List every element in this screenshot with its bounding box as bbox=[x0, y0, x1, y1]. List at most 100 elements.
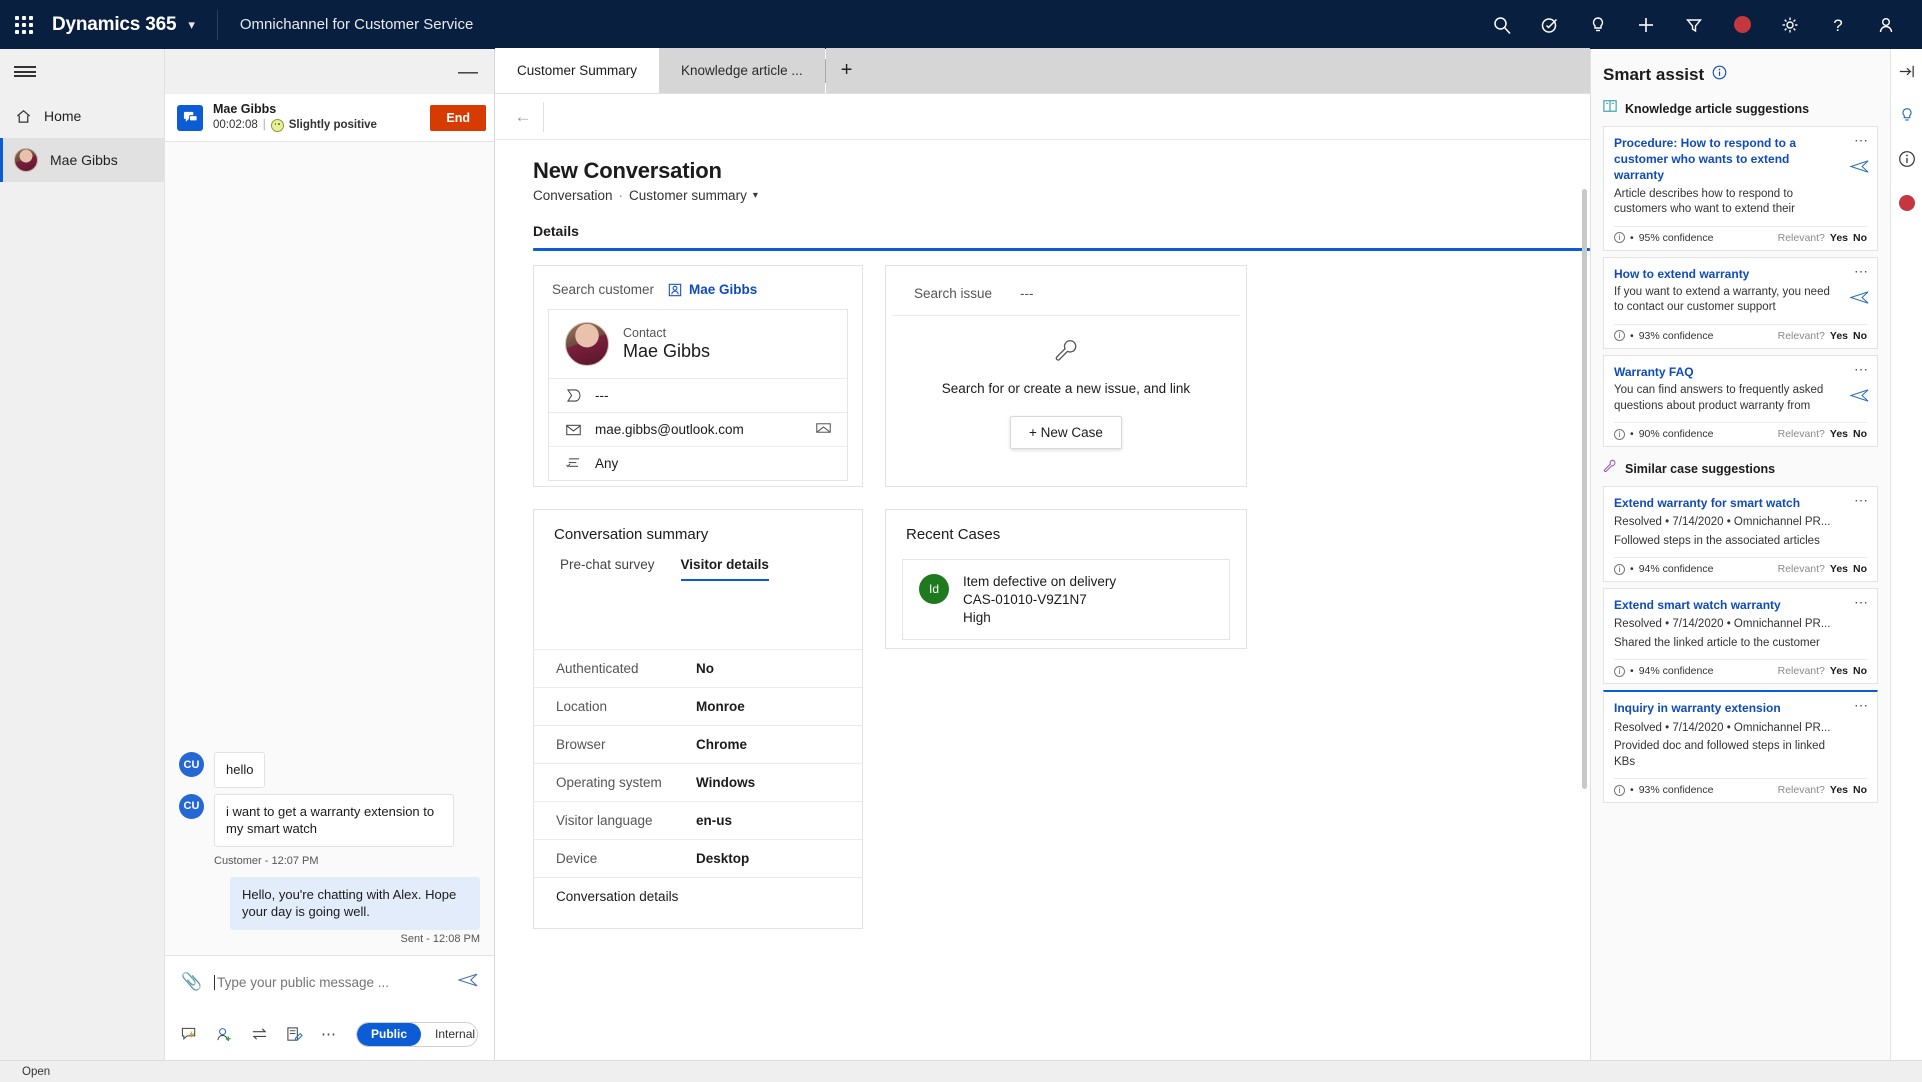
more-icon[interactable]: ⋯ bbox=[1854, 595, 1869, 609]
relevant-no-button[interactable]: No bbox=[1853, 563, 1867, 575]
page-header: New Conversation Conversation · Customer… bbox=[495, 140, 1590, 203]
info-icon[interactable]: i bbox=[1614, 232, 1625, 244]
lightbulb-icon[interactable] bbox=[1574, 1, 1622, 49]
row-key: Visitor language bbox=[556, 813, 653, 828]
row-value: Chrome bbox=[696, 737, 748, 752]
help-icon[interactable]: ? bbox=[1814, 1, 1862, 49]
mode-internal-button[interactable]: Internal bbox=[421, 1022, 477, 1046]
info-icon[interactable]: i bbox=[1614, 563, 1625, 575]
suggestion-title[interactable]: Warranty FAQ bbox=[1614, 364, 1867, 380]
summary-subtabs: Pre-chat survey Visitor details bbox=[534, 549, 862, 581]
case-suggestion-meta: Resolved • 7/14/2020 • Omnichannel PR... bbox=[1614, 618, 1831, 631]
relevant-yes-button[interactable]: Yes bbox=[1830, 784, 1848, 796]
add-icon[interactable] bbox=[1622, 1, 1670, 49]
relevant-no-button[interactable]: No bbox=[1853, 232, 1867, 244]
more-icon[interactable]: ⋯ bbox=[1854, 493, 1869, 507]
similar-case-card[interactable]: ⋯ Inquiry in warranty extension Resolved… bbox=[1603, 690, 1878, 804]
tab-pre-chat-survey[interactable]: Pre-chat survey bbox=[560, 557, 655, 581]
search-icon[interactable] bbox=[1478, 1, 1526, 49]
transfer-icon[interactable] bbox=[251, 1026, 268, 1043]
info-icon[interactable]: i bbox=[1614, 784, 1625, 796]
gear-icon[interactable] bbox=[1766, 1, 1814, 49]
tab-customer-summary[interactable]: Customer Summary bbox=[495, 48, 660, 93]
info-icon[interactable] bbox=[1895, 147, 1919, 171]
minimize-icon[interactable]: — bbox=[458, 62, 478, 82]
more-icon[interactable]: ⋯ bbox=[1854, 264, 1869, 278]
relevant-label: Relevant? bbox=[1777, 665, 1825, 678]
sidebar-item-label: Home bbox=[44, 108, 82, 124]
search-issue-value[interactable]: --- bbox=[1020, 286, 1034, 301]
relevant-no-button[interactable]: No bbox=[1853, 330, 1867, 342]
case-suggestion-title[interactable]: Inquiry in warranty extension bbox=[1614, 700, 1867, 716]
suggestion-title[interactable]: Procedure: How to respond to a customer … bbox=[1614, 135, 1867, 184]
tab-details-label: Details bbox=[533, 223, 579, 239]
breadcrumb-view[interactable]: Customer summary bbox=[629, 188, 747, 203]
more-icon[interactable]: ⋯ bbox=[321, 1025, 338, 1043]
app-launcher-button[interactable] bbox=[0, 15, 48, 34]
relevant-yes-button[interactable]: Yes bbox=[1830, 665, 1848, 677]
case-suggestion-title[interactable]: Extend smart watch warranty bbox=[1614, 597, 1867, 613]
suggestion-title[interactable]: How to extend warranty bbox=[1614, 266, 1867, 282]
add-agent-icon[interactable] bbox=[216, 1026, 233, 1043]
user-icon[interactable] bbox=[1862, 1, 1910, 49]
info-icon[interactable]: i bbox=[1614, 428, 1625, 440]
customer-chip[interactable]: Mae Gibbs bbox=[668, 282, 757, 297]
back-arrow-icon[interactable]: ← bbox=[503, 107, 543, 127]
tab-details[interactable]: Details bbox=[533, 223, 1590, 251]
lightbulb-icon[interactable] bbox=[1895, 103, 1919, 127]
main-scrollbar[interactable] bbox=[1582, 189, 1587, 789]
presence-dot[interactable] bbox=[1718, 1, 1766, 49]
hamburger-menu-button[interactable] bbox=[0, 49, 164, 94]
tab-knowledge-article[interactable]: Knowledge article ... bbox=[659, 48, 825, 93]
assistant-icon[interactable] bbox=[1526, 1, 1574, 49]
confidence-separator: • bbox=[1630, 563, 1634, 576]
relevant-label: Relevant? bbox=[1777, 329, 1825, 342]
more-icon[interactable]: ⋯ bbox=[1854, 362, 1869, 376]
sidebar-item-home[interactable]: Home bbox=[0, 94, 164, 138]
similar-case-card[interactable]: ⋯ Extend smart watch warranty Resolved •… bbox=[1603, 588, 1878, 685]
relevant-yes-button[interactable]: Yes bbox=[1830, 428, 1848, 440]
knowledge-suggestion-card[interactable]: ⋯ How to extend warranty If you want to … bbox=[1603, 256, 1878, 349]
notes-icon[interactable] bbox=[286, 1026, 303, 1043]
add-tab-button[interactable]: + bbox=[825, 48, 868, 93]
send-icon[interactable] bbox=[1849, 159, 1869, 179]
message-input[interactable] bbox=[214, 974, 446, 990]
row-key: Authenticated bbox=[556, 661, 639, 676]
sidebar-item-mae-gibbs[interactable]: Mae Gibbs bbox=[0, 138, 164, 182]
expand-icon[interactable] bbox=[1895, 59, 1919, 83]
more-icon[interactable]: ⋯ bbox=[1854, 698, 1869, 712]
mode-public-button[interactable]: Public bbox=[357, 1022, 422, 1046]
chevron-down-icon[interactable]: ▾ bbox=[188, 17, 195, 33]
presence-dot[interactable] bbox=[1895, 191, 1919, 215]
case-suggestion-title[interactable]: Extend warranty for smart watch bbox=[1614, 495, 1867, 511]
status-text: Open bbox=[22, 1065, 51, 1078]
info-icon[interactable]: i bbox=[1614, 330, 1625, 342]
send-icon[interactable] bbox=[1849, 388, 1869, 408]
relevant-yes-button[interactable]: Yes bbox=[1830, 232, 1848, 244]
list-item[interactable]: Id Item defective on delivery CAS-01010-… bbox=[902, 559, 1230, 640]
new-case-button[interactable]: + New Case bbox=[1010, 416, 1122, 449]
relevant-no-button[interactable]: No bbox=[1853, 428, 1867, 440]
case-info: Item defective on delivery CAS-01010-V9Z… bbox=[963, 574, 1116, 625]
similar-case-card[interactable]: ⋯ Extend warranty for smart watch Resolv… bbox=[1603, 486, 1878, 583]
info-icon[interactable]: i bbox=[1614, 665, 1625, 677]
info-icon[interactable] bbox=[1712, 65, 1727, 85]
knowledge-suggestion-card[interactable]: ⋯ Procedure: How to respond to a custome… bbox=[1603, 126, 1878, 251]
relevant-no-button[interactable]: No bbox=[1853, 665, 1867, 677]
send-icon[interactable] bbox=[457, 972, 478, 993]
contact-name: Mae Gibbs bbox=[623, 341, 711, 361]
issue-hint-text: Search for or create a new issue, and li… bbox=[941, 381, 1191, 396]
more-icon[interactable]: ⋯ bbox=[1854, 133, 1869, 147]
send-icon[interactable] bbox=[1849, 290, 1869, 310]
knowledge-suggestion-card[interactable]: ⋯ Warranty FAQ You can find answers to f… bbox=[1603, 354, 1878, 448]
chevron-down-icon[interactable]: ▾ bbox=[753, 190, 758, 201]
relevant-no-button[interactable]: No bbox=[1853, 784, 1867, 796]
email-action-icon[interactable] bbox=[816, 422, 831, 437]
relevant-yes-button[interactable]: Yes bbox=[1830, 563, 1848, 575]
attachment-icon[interactable]: 📎 bbox=[181, 972, 202, 992]
relevant-yes-button[interactable]: Yes bbox=[1830, 330, 1848, 342]
filter-icon[interactable] bbox=[1670, 1, 1718, 49]
quick-reply-icon[interactable] bbox=[181, 1026, 198, 1043]
end-conversation-button[interactable]: End bbox=[430, 104, 486, 131]
tab-visitor-details[interactable]: Visitor details bbox=[680, 557, 769, 581]
